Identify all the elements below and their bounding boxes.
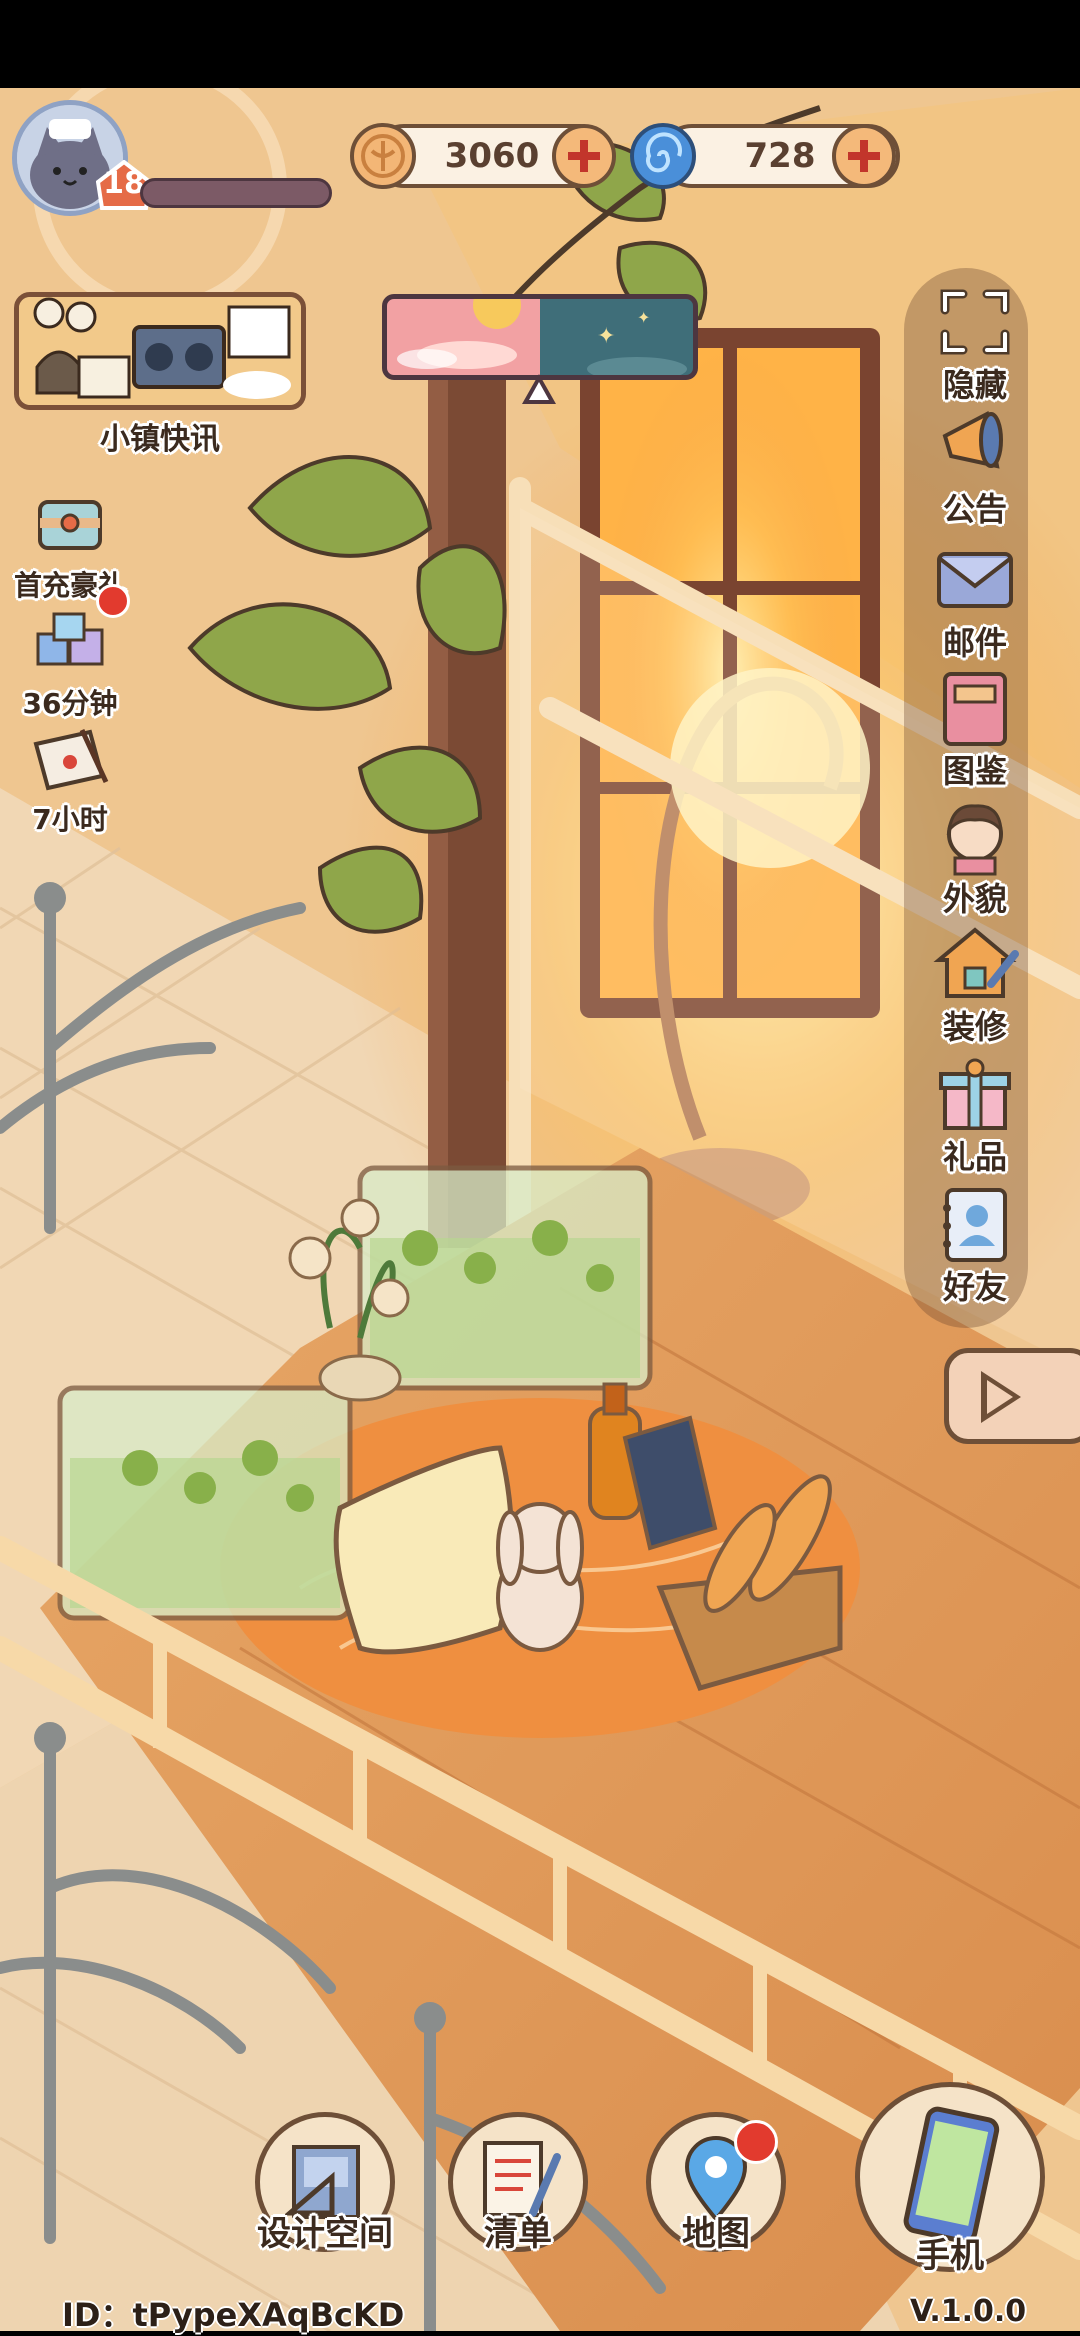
sun-moon-icon: ✦ ✦ bbox=[397, 299, 687, 375]
nav-label: 设计空间 bbox=[257, 2214, 393, 2254]
design-space-button[interactable]: 设计空间 bbox=[250, 2112, 400, 2255]
megaphone-icon bbox=[942, 410, 1003, 469]
present-icon bbox=[939, 1058, 1011, 1130]
news-illustration bbox=[19, 297, 301, 405]
gift-pile-icon bbox=[36, 612, 104, 666]
phone-button[interactable]: 手机 bbox=[852, 2082, 1048, 2277]
event-timer-label: 36分钟 bbox=[22, 687, 118, 720]
collection-button[interactable]: 图鉴 bbox=[910, 668, 1040, 792]
mail-icon bbox=[937, 552, 1013, 608]
event-timer-label: 7小时 bbox=[32, 803, 108, 836]
gift-button[interactable]: 礼品 bbox=[910, 1054, 1040, 1178]
add-coins-button[interactable] bbox=[552, 124, 616, 188]
timed-letter-event[interactable]: 7小时 bbox=[0, 722, 140, 838]
nav-label: 地图 bbox=[682, 2214, 750, 2254]
expand-arrow-button[interactable] bbox=[944, 1348, 1080, 1444]
menu-label: 好友 bbox=[942, 1268, 1007, 1306]
gift-box-icon bbox=[38, 500, 102, 550]
mail-button[interactable]: 邮件 bbox=[910, 540, 1040, 664]
nav-label: 清单 bbox=[484, 2214, 552, 2254]
house-wrench-icon bbox=[933, 927, 1019, 998]
day-night-bar: ✦ ✦ bbox=[382, 294, 698, 380]
game-version: V.1.0.0 bbox=[910, 2294, 1027, 2329]
friends-button[interactable]: 好友 bbox=[910, 1184, 1040, 1308]
appearance-button[interactable]: 外貌 bbox=[910, 796, 1040, 920]
notification-dot bbox=[734, 2120, 778, 2164]
timed-gift-event[interactable]: 36分钟 bbox=[0, 606, 140, 722]
svg-text:✦: ✦ bbox=[597, 324, 615, 349]
menu-label: 公告 bbox=[942, 490, 1007, 528]
menu-label: 装修 bbox=[942, 1008, 1007, 1046]
checklist-button[interactable]: 清单 bbox=[448, 2112, 588, 2255]
menu-label: 礼品 bbox=[942, 1138, 1007, 1176]
letter-icon bbox=[33, 728, 109, 791]
book-icon bbox=[943, 672, 1007, 746]
play-arrow-icon bbox=[981, 1371, 1021, 1423]
announcement-button[interactable]: 公告 bbox=[910, 406, 1040, 530]
friend-card-icon bbox=[943, 1188, 1007, 1262]
town-news-label: 小镇快讯 bbox=[100, 422, 220, 457]
add-gems-button[interactable] bbox=[832, 124, 896, 188]
svg-text:✦: ✦ bbox=[637, 308, 650, 327]
hide-frame-icon bbox=[940, 289, 1010, 355]
character-icon bbox=[946, 804, 1003, 876]
town-news-card[interactable] bbox=[14, 292, 306, 410]
time-marker-icon bbox=[522, 374, 556, 404]
nav-label: 手机 bbox=[916, 2236, 984, 2276]
menu-label: 隐藏 bbox=[942, 366, 1007, 404]
notification-dot bbox=[96, 584, 130, 618]
status-bar bbox=[0, 0, 1080, 88]
menu-label: 外貌 bbox=[942, 880, 1007, 918]
player-id: ID：tPypeXAqBcKD bbox=[62, 2296, 405, 2334]
swirl-gem-icon bbox=[630, 123, 696, 189]
menu-label: 图鉴 bbox=[942, 752, 1007, 790]
hide-ui-button[interactable]: 隐藏 bbox=[910, 282, 1040, 406]
decorate-button[interactable]: 装修 bbox=[910, 924, 1040, 1048]
coin-icon bbox=[350, 123, 416, 189]
menu-label: 邮件 bbox=[942, 624, 1007, 662]
exp-bar bbox=[140, 178, 332, 208]
